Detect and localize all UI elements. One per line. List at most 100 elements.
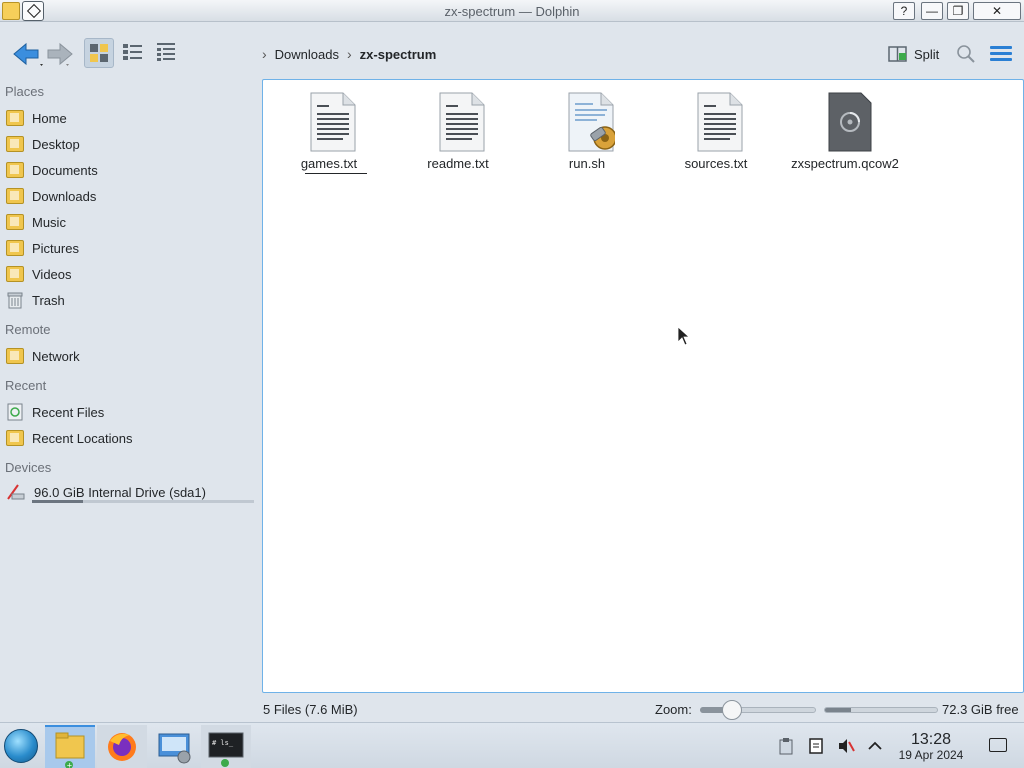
breadcrumb-downloads[interactable]: Downloads: [275, 47, 339, 62]
recent-files-icon: [7, 403, 23, 421]
drive-usage-bar: [32, 500, 254, 503]
music-folder-icon: [6, 214, 24, 230]
file-item[interactable]: sources.txt: [656, 90, 776, 180]
section-recent: Recent: [5, 378, 47, 393]
pictures-folder-icon: [6, 240, 24, 256]
terminal-icon: # ls_: [208, 732, 244, 767]
sidebar-item-label: Documents: [32, 162, 98, 178]
sidebar-item-recent-files[interactable]: Recent Files: [6, 401, 256, 423]
taskbar: + # ls_ 13:28 19 Apr 2024: [0, 722, 1024, 768]
file-name: readme.txt: [427, 156, 489, 171]
zoom-slider-handle[interactable]: [722, 700, 743, 720]
icons-view-button[interactable]: [84, 38, 114, 68]
task-dolphin[interactable]: +: [45, 725, 95, 768]
back-arrow-icon: [13, 42, 43, 66]
breadcrumb: › Downloads › zx-spectrum: [262, 46, 436, 62]
sidebar-item-videos[interactable]: Videos: [6, 263, 256, 285]
free-space-bar: [824, 707, 938, 713]
search-button[interactable]: [956, 44, 976, 64]
disk-image-icon: [828, 92, 872, 152]
clipboard-tray-icon[interactable]: [777, 737, 795, 755]
hamburger-menu-icon[interactable]: [990, 46, 1012, 62]
sidebar-item-home[interactable]: Home: [6, 107, 256, 129]
sidebar-item-documents[interactable]: Documents: [6, 159, 256, 181]
forward-arrow-icon: [47, 42, 73, 66]
clock-time[interactable]: 13:28: [898, 731, 964, 749]
section-places: Places: [5, 84, 45, 99]
home-folder-icon: [6, 110, 24, 126]
forward-button[interactable]: [44, 40, 78, 70]
documents-folder-icon: [6, 162, 24, 178]
sidebar-item-label: Trash: [32, 292, 65, 308]
zoom-label: Zoom:: [655, 702, 692, 717]
breadcrumb-current[interactable]: zx-spectrum: [360, 47, 437, 62]
file-item[interactable]: zxspectrum.qcow2: [785, 90, 905, 180]
help-button[interactable]: ?: [893, 2, 915, 20]
sidebar-item-label: Recent Locations: [32, 430, 133, 446]
network-folder-icon: [6, 348, 24, 364]
split-view-icon: [888, 46, 907, 62]
back-button[interactable]: [10, 40, 44, 70]
free-space: 72.3 GiB free: [942, 702, 1019, 717]
file-item[interactable]: run.sh: [527, 90, 647, 180]
file-name: run.sh: [568, 156, 606, 171]
file-count: 5 Files (7.6 MiB): [263, 702, 358, 717]
file-view[interactable]: games.txt readme.txt run.sh sources.txt: [262, 79, 1024, 693]
volume-muted-icon[interactable]: [837, 737, 855, 755]
start-menu-icon[interactable]: [4, 729, 38, 763]
sidebar-item-desktop[interactable]: Desktop: [6, 133, 256, 155]
sidebar-item-label: Recent Files: [32, 404, 105, 420]
task-system-settings[interactable]: [149, 725, 199, 768]
status-bar: 5 Files (7.6 MiB) Zoom: 72.3 GiB free: [0, 696, 1024, 722]
sidebar-item-label: Downloads: [32, 188, 97, 204]
text-file-icon: [439, 92, 485, 152]
close-button[interactable]: ✕: [973, 2, 1021, 20]
notes-tray-icon[interactable]: [807, 737, 825, 755]
section-devices: Devices: [5, 460, 52, 475]
trash-icon: [7, 292, 23, 309]
sidebar-item-label: 96.0 GiB Internal Drive (sda1): [34, 484, 206, 500]
file-item[interactable]: games.txt: [269, 90, 389, 180]
details-view-icon: [157, 43, 175, 61]
sidebar-item-network[interactable]: Network: [6, 345, 256, 367]
sidebar-item-recent-locations[interactable]: Recent Locations: [6, 427, 256, 449]
minimize-button[interactable]: —: [921, 2, 943, 20]
task-firefox[interactable]: [97, 725, 147, 768]
sidebar-item-label: Desktop: [32, 136, 80, 152]
drive-icon: [7, 484, 25, 500]
toolbar: › Downloads › zx-spectrum Split: [0, 22, 1024, 78]
file-name: games.txt: [300, 156, 358, 171]
sidebar-item-trash[interactable]: Trash: [6, 289, 256, 311]
text-file-icon: [310, 92, 356, 152]
recent-locations-icon: [6, 430, 24, 446]
task-terminal[interactable]: # ls_: [201, 725, 251, 768]
details-view-button[interactable]: [152, 38, 182, 68]
split-button[interactable]: Split: [888, 42, 939, 66]
file-item[interactable]: readme.txt: [398, 90, 518, 180]
downloads-folder-icon: [6, 188, 24, 204]
clock-date[interactable]: 19 Apr 2024: [894, 748, 968, 762]
firefox-icon: [108, 733, 136, 761]
sidebar-item-downloads[interactable]: Downloads: [6, 185, 256, 207]
tray-expand-icon[interactable]: [866, 737, 884, 755]
videos-folder-icon: [6, 266, 24, 282]
sidebar-item-pictures[interactable]: Pictures: [6, 237, 256, 259]
text-file-icon: [697, 92, 743, 152]
mouse-cursor-icon: [677, 326, 689, 346]
show-desktop-icon[interactable]: [989, 738, 1007, 752]
sidebar-item-music[interactable]: Music: [6, 211, 256, 233]
breadcrumb-separator-icon: ›: [262, 46, 267, 62]
compact-view-button[interactable]: [118, 38, 148, 68]
breadcrumb-separator-icon: ›: [347, 46, 352, 62]
file-name: zxspectrum.qcow2: [791, 156, 899, 171]
sidebar-item-label: Pictures: [32, 240, 79, 256]
sidebar-item-label: Home: [32, 110, 67, 126]
svg-text:# ls_: # ls_: [212, 739, 234, 747]
title-bar: zx-spectrum — Dolphin ? — ❐ ✕: [0, 0, 1024, 22]
search-icon: [957, 45, 975, 63]
maximize-button[interactable]: ❐: [947, 2, 969, 20]
places-panel: Places Home Desktop Documents Downloads …: [0, 80, 260, 695]
desktop-folder-icon: [6, 136, 24, 152]
sidebar-item-label: Network: [32, 348, 80, 364]
icons-view-icon: [90, 44, 108, 62]
